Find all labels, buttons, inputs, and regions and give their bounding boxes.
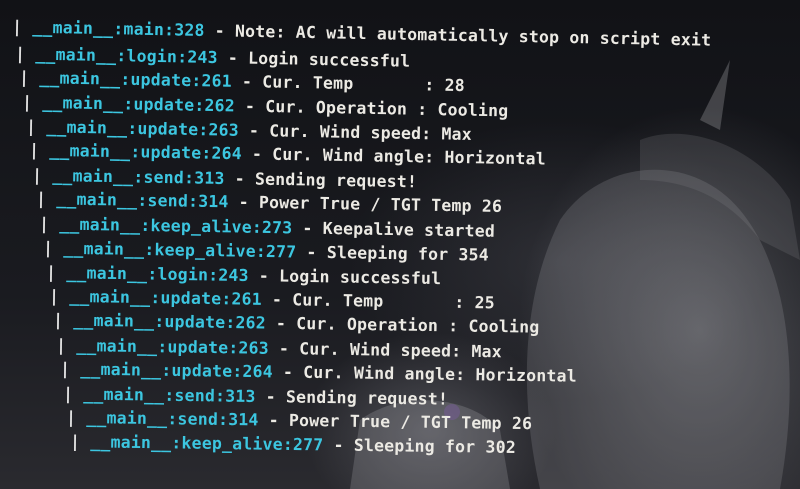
log-message: - Power True / TGT Temp 26 — [228, 192, 503, 217]
log-line-prefix: | — [32, 165, 53, 186]
log-module: __main__:update:264 — [49, 140, 243, 164]
log-line-prefix: | — [42, 238, 64, 258]
log-line-prefix: | — [69, 432, 91, 452]
log-message: - Cur. Operation : Cooling — [265, 313, 540, 338]
log-line-prefix: | — [56, 335, 77, 355]
log-module: __main__:main:328 — [32, 17, 205, 40]
log-module: __main__:send:313 — [52, 166, 226, 189]
log-message: - Login successful — [248, 266, 442, 289]
terminal-window[interactable]: | __main__:main:328 - Note: AC will auto… — [0, 0, 800, 489]
log-line-prefix: | — [22, 92, 43, 112]
log-line-prefix: | — [66, 408, 87, 428]
log-module: __main__:update:263 — [45, 117, 239, 140]
log-message: - Sleeping for 354 — [295, 242, 489, 265]
log-module: __main__:login:243 — [66, 263, 249, 286]
log-line-prefix: | — [39, 213, 60, 234]
log-line-prefix: | — [25, 116, 47, 137]
log-message: - Sending request! — [255, 387, 449, 409]
log-line-prefix: | — [59, 359, 81, 379]
log-module: __main__:keep_alive:277 — [62, 238, 297, 262]
log-line-prefix: | — [28, 140, 50, 160]
log-module: __main__:keep_alive:277 — [89, 432, 324, 455]
log-message: - Cur. Temp : 28 — [231, 72, 465, 96]
log-module: __main__:update:263 — [76, 335, 270, 358]
log-message: - Cur. Wind speed: Max — [238, 120, 472, 144]
log-module: __main__:login:243 — [35, 44, 219, 68]
log-line-prefix: | — [62, 384, 84, 404]
log-message: - Cur. Wind angle: Horizontal — [241, 144, 546, 169]
log-message: - Sleeping for 302 — [323, 435, 516, 458]
log-module: __main__:send:314 — [86, 408, 260, 430]
log-module: __main__:send:313 — [83, 384, 256, 406]
log-line-prefix: | — [11, 17, 33, 37]
log-line-prefix: | — [18, 68, 40, 88]
log-module: __main__:update:262 — [42, 92, 236, 116]
log-module: __main__:update:262 — [72, 311, 266, 333]
log-message: - Cur. Temp : 25 — [262, 290, 496, 313]
log-message: - Cur. Wind speed: Max — [268, 338, 503, 361]
log-message: - Login successful — [217, 48, 411, 71]
log-line-prefix: | — [45, 262, 67, 283]
log-module: __main__:send:314 — [55, 189, 229, 212]
log-line-prefix: | — [35, 189, 57, 209]
log-message: - Power True / TGT Temp 26 — [258, 410, 533, 434]
log-module: __main__:update:261 — [69, 287, 263, 310]
log-module: __main__:update:264 — [79, 359, 273, 382]
log-message: - Cur. Wind angle: Horizontal — [272, 362, 577, 386]
log-module: __main__:keep_alive:273 — [59, 214, 293, 238]
log-message: - Sending request! — [224, 169, 418, 192]
log-message: - Keepalive started — [292, 218, 496, 241]
log-line-prefix: | — [15, 44, 36, 64]
log-line-prefix: | — [49, 286, 70, 307]
log-line-prefix: | — [52, 310, 74, 331]
log-module: __main__:update:261 — [38, 68, 232, 92]
